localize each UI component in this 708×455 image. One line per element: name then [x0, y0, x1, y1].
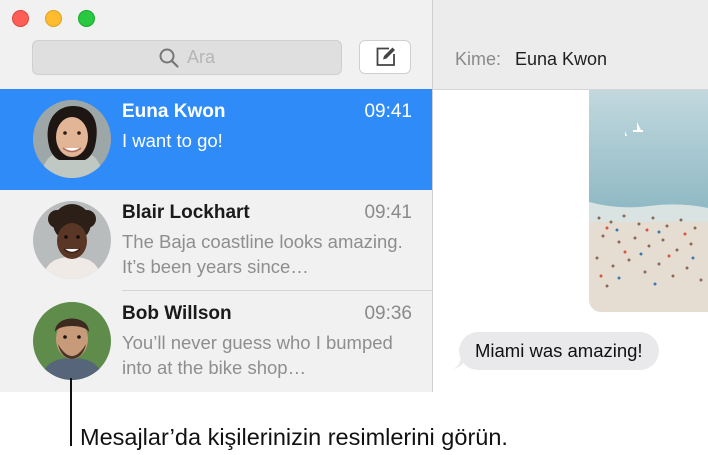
compose-button[interactable]: [359, 40, 411, 74]
message-time: 09:41: [364, 101, 412, 122]
avatar: [33, 201, 111, 279]
messages-window: Ara Euna Kwon 09:41 I want to go! Blair …: [0, 0, 708, 392]
message-time: 09:36: [364, 303, 412, 324]
conversation-sidebar: Ara Euna Kwon 09:41 I want to go! Blair …: [0, 0, 433, 392]
contact-name: Bob Willson: [122, 303, 232, 324]
caption: Mesajlar’da kişilerinizin resimlerini gö…: [80, 424, 508, 450]
conversation-item-blair-lockhart[interactable]: Blair Lockhart 09:41 The Baja coastline …: [0, 190, 432, 291]
avatar: [33, 302, 111, 380]
compose-icon: [376, 47, 395, 66]
recipient-name[interactable]: Euna Kwon: [515, 49, 607, 70]
message-time: 09:41: [364, 202, 412, 223]
recipient-label: Kime:: [455, 49, 502, 69]
close-icon[interactable]: [12, 10, 29, 27]
zoom-icon[interactable]: [78, 10, 95, 27]
message-bubble[interactable]: Miami was amazing!: [459, 332, 659, 370]
conversation-item-euna-kwon[interactable]: Euna Kwon 09:41 I want to go!: [0, 89, 432, 190]
search-placeholder: Ara: [186, 47, 215, 67]
callout-line: [70, 378, 72, 446]
message-preview: The Baja coastline looks amazing. It’s b…: [122, 231, 403, 277]
search-icon: [159, 48, 179, 68]
conversation-item-bob-willson[interactable]: Bob Willson 09:36 You’ll never guess who…: [0, 291, 432, 392]
message-preview: You’ll never guess who I bumped into at …: [122, 332, 393, 378]
message-preview: I want to go!: [122, 130, 223, 151]
avatar: [33, 100, 111, 178]
contact-name: Euna Kwon: [122, 101, 226, 122]
search-input[interactable]: Ara: [32, 40, 342, 75]
shared-beach-photo[interactable]: [589, 90, 708, 312]
contact-name: Blair Lockhart: [122, 202, 250, 223]
conversation-header: Kime: Euna Kwon: [433, 0, 708, 90]
minimize-icon[interactable]: [45, 10, 62, 27]
